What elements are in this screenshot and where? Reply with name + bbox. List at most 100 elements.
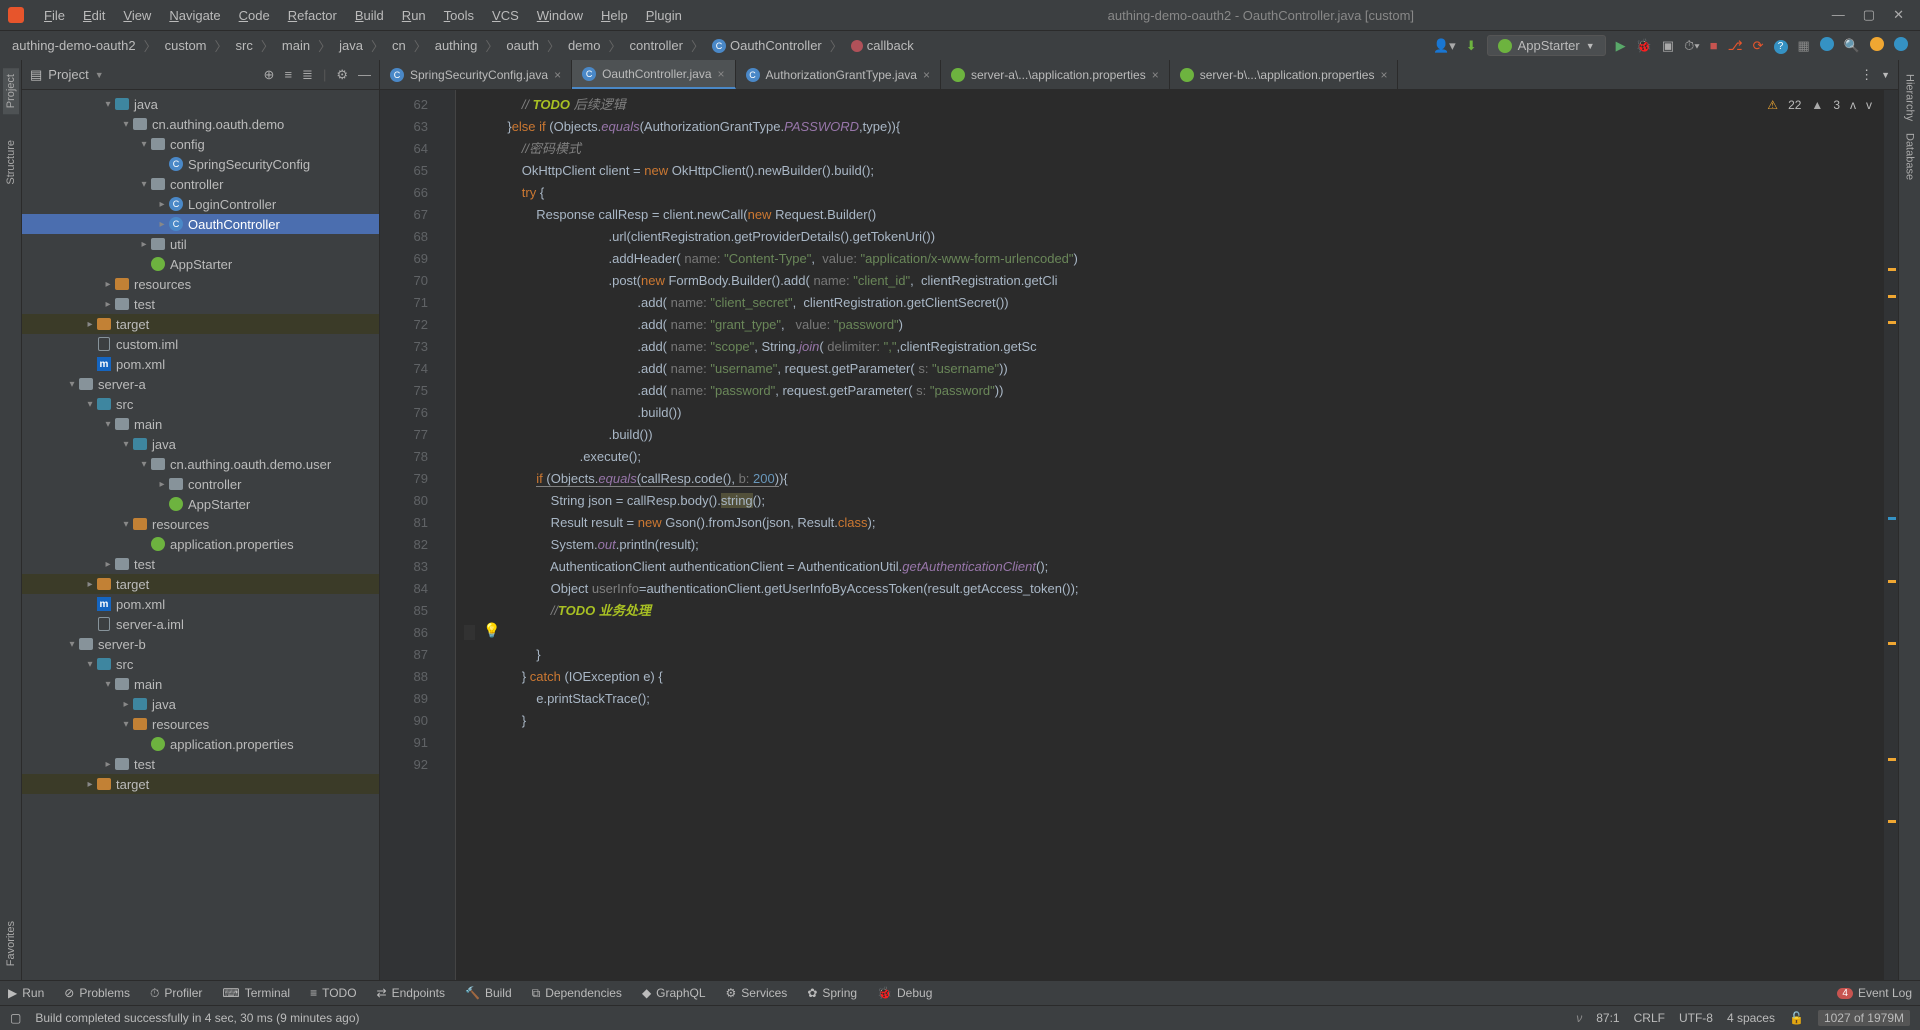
tree-item[interactable]: ▸test xyxy=(22,554,379,574)
breadcrumb-item[interactable]: COauthController xyxy=(708,36,826,55)
editor-tab[interactable]: COauthController.java× xyxy=(572,60,735,89)
menu-refactor[interactable]: Refactor xyxy=(280,4,345,27)
tab-list-icon[interactable]: ⋮ xyxy=(1860,67,1873,83)
tree-item[interactable]: AppStarter xyxy=(22,494,379,514)
tool-problems[interactable]: ⊘Problems xyxy=(64,986,130,1000)
tree-item[interactable]: ▾java xyxy=(22,434,379,454)
menu-code[interactable]: Code xyxy=(231,4,278,27)
ide-icon[interactable]: ▦ xyxy=(1798,38,1810,54)
tree-item[interactable]: ▸test xyxy=(22,294,379,314)
tree-item[interactable]: mpom.xml xyxy=(22,354,379,374)
tree-item[interactable]: ▾config xyxy=(22,134,379,154)
tree-item[interactable]: ▾resources xyxy=(22,514,379,534)
coverage-button[interactable]: ▣ xyxy=(1662,38,1674,54)
tool-endpoints[interactable]: ⇄Endpoints xyxy=(377,986,445,1000)
tree-item[interactable]: custom.iml xyxy=(22,334,379,354)
menu-file[interactable]: File xyxy=(36,4,73,27)
tool-profiler[interactable]: ⏱Profiler xyxy=(150,986,202,1001)
tree-item[interactable]: ▾server-b xyxy=(22,634,379,654)
tree-item[interactable]: ▾server-a xyxy=(22,374,379,394)
close-tab-icon[interactable]: × xyxy=(923,68,930,82)
breadcrumb-item[interactable]: java xyxy=(335,36,367,55)
editor-tab[interactable]: server-b\...\application.properties× xyxy=(1170,60,1399,89)
minimize-button[interactable]: — xyxy=(1832,7,1845,23)
menu-vcs[interactable]: VCS xyxy=(484,4,527,27)
breadcrumb-item[interactable]: demo xyxy=(564,36,605,55)
tree-item[interactable]: ▸test xyxy=(22,754,379,774)
build-icon[interactable]: ⬇ xyxy=(1466,38,1477,54)
breadcrumb-item[interactable]: cn xyxy=(388,36,410,55)
event-log-button[interactable]: 4 Event Log xyxy=(1837,986,1912,1000)
close-tab-icon[interactable]: × xyxy=(1152,68,1159,82)
tree-item[interactable]: ▸controller xyxy=(22,474,379,494)
git-update-icon[interactable]: ⟳ xyxy=(1753,38,1764,54)
stop-button[interactable]: ■ xyxy=(1710,38,1718,53)
hide-icon[interactable]: — xyxy=(358,67,371,83)
fold-gutter[interactable]: 💡 xyxy=(440,90,456,980)
tree-item[interactable]: application.properties xyxy=(22,534,379,554)
tool-dependencies[interactable]: ⧉Dependencies xyxy=(532,986,622,1001)
tree-item[interactable]: ▸util xyxy=(22,234,379,254)
tree-item[interactable]: CSpringSecurityConfig xyxy=(22,154,379,174)
tool-services[interactable]: ⚙Services xyxy=(726,986,788,1000)
close-tab-icon[interactable]: × xyxy=(718,67,725,81)
settings-icon[interactable] xyxy=(1870,37,1884,54)
tree-item[interactable]: ▸CLoginController xyxy=(22,194,379,214)
tool-todo[interactable]: ≡TODO xyxy=(310,986,356,1000)
tree-item[interactable]: ▸java xyxy=(22,694,379,714)
git-icon[interactable]: ⎇ xyxy=(1728,38,1743,54)
close-button[interactable]: ✕ xyxy=(1893,7,1904,23)
intention-bulb-icon[interactable]: 💡 xyxy=(483,622,500,639)
tree-item[interactable]: ▸COauthController xyxy=(22,214,379,234)
menu-run[interactable]: Run xyxy=(394,4,434,27)
tree-item[interactable]: mpom.xml xyxy=(22,594,379,614)
tree-item[interactable]: ▾src xyxy=(22,654,379,674)
profiler-button[interactable]: ⏱▾ xyxy=(1684,38,1700,54)
tool-build[interactable]: 🔨Build xyxy=(465,986,512,1000)
close-tab-icon[interactable]: × xyxy=(1380,68,1387,82)
readonly-icon[interactable]: 🔓 xyxy=(1789,1011,1804,1025)
tree-item[interactable]: application.properties xyxy=(22,734,379,754)
tree-item[interactable]: ▾cn.authing.oauth.demo.user xyxy=(22,454,379,474)
breadcrumb-item[interactable]: oauth xyxy=(502,36,543,55)
menu-tools[interactable]: Tools xyxy=(436,4,482,27)
marker-bar[interactable] xyxy=(1884,90,1898,980)
left-tab-structure[interactable]: Structure xyxy=(3,134,19,191)
avatar-icon[interactable] xyxy=(1894,37,1908,54)
tree-item[interactable]: ▸target xyxy=(22,574,379,594)
chevron-down-icon[interactable]: ▼ xyxy=(95,70,104,80)
breadcrumb-item[interactable]: authing xyxy=(431,36,482,55)
menu-view[interactable]: View xyxy=(115,4,159,27)
line-gutter[interactable]: 6263646566676869707172737475767778798081… xyxy=(380,90,440,980)
left-tab-favorites[interactable]: Favorites xyxy=(3,915,19,972)
help-icon[interactable]: ? xyxy=(1774,37,1788,54)
code-view[interactable]: // TODO 后续逻辑 }else if (Objects.equals(Au… xyxy=(456,90,1884,980)
expand-all-icon[interactable]: ≡ xyxy=(284,67,292,83)
user-icon[interactable]: 👤▾ xyxy=(1433,38,1456,54)
tool-terminal[interactable]: ⌨Terminal xyxy=(222,986,290,1000)
status-icon[interactable]: ▢ xyxy=(10,1011,21,1025)
tool-spring[interactable]: ✿Spring xyxy=(807,986,857,1000)
tree-item[interactable]: server-a.iml xyxy=(22,614,379,634)
editor-tab[interactable]: CAuthorizationGrantType.java× xyxy=(736,60,941,89)
inspection-widget[interactable]: ⚠22 ▲3 ʌ v xyxy=(1761,96,1878,114)
tree-item[interactable]: ▾cn.authing.oauth.demo xyxy=(22,114,379,134)
up-icon[interactable]: ʌ xyxy=(1850,98,1856,112)
right-tab-database[interactable]: Database xyxy=(1902,127,1918,186)
right-tab-hierarchy[interactable]: Hierarchy xyxy=(1902,68,1918,127)
menu-help[interactable]: Help xyxy=(593,4,636,27)
file-encoding[interactable]: UTF-8 xyxy=(1679,1011,1713,1025)
chevron-down-icon[interactable]: ▼ xyxy=(1881,70,1890,80)
search-everywhere-icon[interactable] xyxy=(1820,37,1834,54)
tree-item[interactable]: ▾java xyxy=(22,94,379,114)
editor-tab[interactable]: server-a\...\application.properties× xyxy=(941,60,1170,89)
breadcrumb-item[interactable]: src xyxy=(232,36,257,55)
tree-item[interactable]: ▾src xyxy=(22,394,379,414)
indent-setting[interactable]: 4 spaces xyxy=(1727,1011,1775,1025)
collapse-all-icon[interactable]: ≣ xyxy=(302,67,313,83)
left-tab-project[interactable]: Project xyxy=(3,68,19,114)
select-opened-icon[interactable]: ⊕ xyxy=(264,67,275,83)
tree-item[interactable]: ▸target xyxy=(22,314,379,334)
tool-run[interactable]: ▶Run xyxy=(8,986,44,1000)
menu-plugin[interactable]: Plugin xyxy=(638,4,690,27)
